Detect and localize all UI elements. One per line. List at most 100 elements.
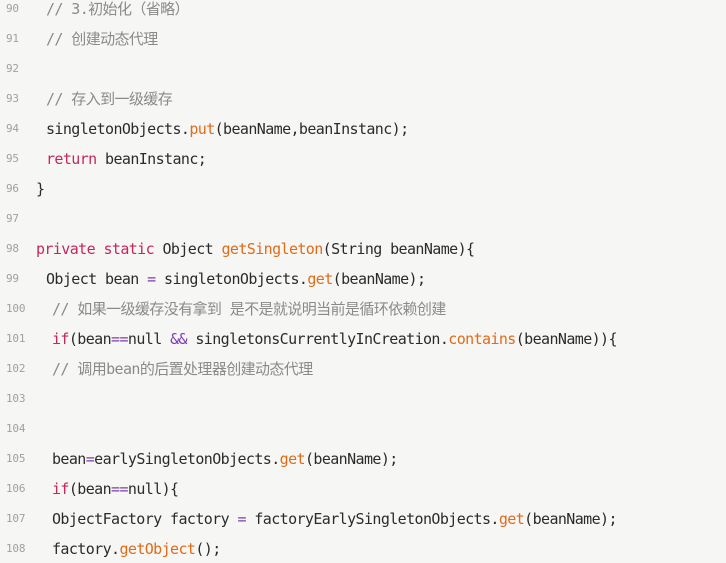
code-token: // 如果一级缓存没有拿到 是不是就说明当前是循环依赖创建 xyxy=(52,300,446,318)
code-token: = xyxy=(147,270,156,288)
code-token: (String beanName){ xyxy=(322,240,475,258)
code-text: // 3.初始化（省略） xyxy=(46,0,190,24)
code-line[interactable]: 105 bean=earlySingletonObjects.get(beanNa… xyxy=(0,444,726,474)
code-token: get xyxy=(498,510,525,528)
line-number: 103 xyxy=(6,392,26,405)
code-line[interactable]: 97 xyxy=(0,204,726,234)
code-line[interactable]: 95 return beanInstanc; xyxy=(0,144,726,174)
code-line[interactable]: 91 // 创建动态代理 xyxy=(0,24,726,54)
code-token: factoryEarlySingletonObjects. xyxy=(245,510,499,528)
line-number: 94 xyxy=(6,122,19,135)
code-line[interactable]: 90 // 3.初始化（省略） xyxy=(0,0,726,24)
line-number: 105 xyxy=(6,452,26,465)
code-line[interactable]: 106 if(bean==null){ xyxy=(0,474,726,504)
code-token: } xyxy=(36,180,45,198)
code-token: // 调用bean的后置处理器创建动态代理 xyxy=(52,360,313,378)
code-token: static xyxy=(103,240,155,258)
code-line[interactable]: 102 // 调用bean的后置处理器创建动态代理 xyxy=(0,354,726,384)
code-token: getObject xyxy=(119,540,196,558)
line-number: 90 xyxy=(6,2,19,15)
code-token: // 3.初始化（省略） xyxy=(46,0,190,18)
code-token: (); xyxy=(195,540,221,558)
line-number: 102 xyxy=(6,362,26,375)
line-number: 96 xyxy=(6,182,19,195)
line-number: 104 xyxy=(6,422,26,435)
code-line[interactable]: 107 ObjectFactory factory = factoryEarlyS… xyxy=(0,504,726,534)
code-token: get xyxy=(279,450,306,468)
code-text: if(bean==null){ xyxy=(52,474,179,504)
code-token: beanInstanc; xyxy=(96,150,207,168)
line-number: 100 xyxy=(6,302,26,315)
code-editor[interactable]: 90// 3.初始化（省略） 91// 创建动态代理 92 93// 存入到一级缓存 9… xyxy=(0,0,726,563)
line-number: 108 xyxy=(6,542,26,555)
code-text: factory.getObject(); xyxy=(52,534,221,563)
code-token: get xyxy=(307,270,333,288)
code-line[interactable]: 108 factory.getObject(); xyxy=(0,534,726,563)
code-token: (beanName,beanInstanc); xyxy=(214,120,410,138)
code-token: singletonObjects. xyxy=(46,120,190,138)
line-number: 91 xyxy=(6,32,19,45)
code-token: contains xyxy=(448,330,516,348)
code-text: if(bean==null && singletonsCurrentlyInCr… xyxy=(52,324,618,354)
code-token: Object bean xyxy=(46,270,148,288)
line-number: 107 xyxy=(6,512,26,525)
code-token: Object xyxy=(154,240,222,258)
code-token: == xyxy=(111,480,128,498)
code-token: (bean xyxy=(68,480,112,498)
code-token: && xyxy=(170,330,187,348)
code-text: bean=earlySingletonObjects.get(beanName)… xyxy=(52,444,398,474)
code-text: // 创建动态代理 xyxy=(46,24,158,54)
code-token: null){ xyxy=(127,480,179,498)
code-token: // 创建动态代理 xyxy=(46,30,158,48)
code-line[interactable]: 103 xyxy=(0,384,726,414)
code-text: private static Object getSingleton(Strin… xyxy=(36,234,475,264)
code-token: return xyxy=(46,150,97,168)
code-token: = xyxy=(237,510,246,528)
code-line[interactable]: 96} xyxy=(0,174,726,204)
code-token: (beanName); xyxy=(304,450,398,468)
code-token: if xyxy=(52,480,69,498)
code-line[interactable]: 104 xyxy=(0,414,726,444)
code-token: null xyxy=(127,330,171,348)
code-token: getSingleton xyxy=(221,240,324,258)
code-token: // 存入到一级缓存 xyxy=(46,90,173,108)
line-number: 95 xyxy=(6,152,19,165)
code-text: singletonObjects.put(beanName,beanInstan… xyxy=(46,114,409,144)
code-token: (beanName); xyxy=(524,510,617,528)
line-number: 93 xyxy=(6,92,19,105)
code-token: earlySingletonObjects. xyxy=(94,450,280,468)
line-number: 97 xyxy=(6,212,19,225)
line-number: 92 xyxy=(6,62,19,75)
code-line[interactable]: 94 singletonObjects.put(beanName,beanInst… xyxy=(0,114,726,144)
code-token: (beanName); xyxy=(332,270,426,288)
code-token: put xyxy=(189,120,215,138)
code-text: Object bean = singletonObjects.get(beanN… xyxy=(46,264,426,294)
code-text: } xyxy=(36,174,45,204)
code-token: factory. xyxy=(52,540,120,558)
line-number: 99 xyxy=(6,272,19,285)
code-line[interactable]: 92 xyxy=(0,54,726,84)
code-token: bean xyxy=(52,450,86,468)
code-text: // 调用bean的后置处理器创建动态代理 xyxy=(52,354,313,384)
code-line[interactable]: 99 Object bean = singletonObjects.get(bea… xyxy=(0,264,726,294)
code-token: (beanName)){ xyxy=(515,330,618,348)
code-token: private xyxy=(36,240,96,258)
code-token: if xyxy=(52,330,69,348)
code-line[interactable]: 101 if(bean==null && singletonsCurrentlyI… xyxy=(0,324,726,354)
line-number: 106 xyxy=(6,482,26,495)
code-line[interactable]: 98 private static Object getSingleton(Str… xyxy=(0,234,726,264)
code-text: ObjectFactory factory = factoryEarlySing… xyxy=(52,504,618,534)
code-line[interactable]: 100 // 如果一级缓存没有拿到 是不是就说明当前是循环依赖创建 xyxy=(0,294,726,324)
code-token: == xyxy=(111,330,128,348)
code-token: singletonObjects. xyxy=(155,270,308,288)
code-token: (bean xyxy=(68,330,112,348)
code-text: // 存入到一级缓存 xyxy=(46,84,173,114)
line-number: 101 xyxy=(6,332,26,345)
code-token: ObjectFactory factory xyxy=(52,510,238,528)
code-text: return beanInstanc; xyxy=(46,144,207,174)
code-text: // 如果一级缓存没有拿到 是不是就说明当前是循环依赖创建 xyxy=(52,294,446,324)
code-token: = xyxy=(85,450,95,468)
code-line[interactable]: 93 // 存入到一级缓存 xyxy=(0,84,726,114)
code-token: singletonsCurrentlyInCreation. xyxy=(186,330,449,348)
line-number: 98 xyxy=(6,242,19,255)
